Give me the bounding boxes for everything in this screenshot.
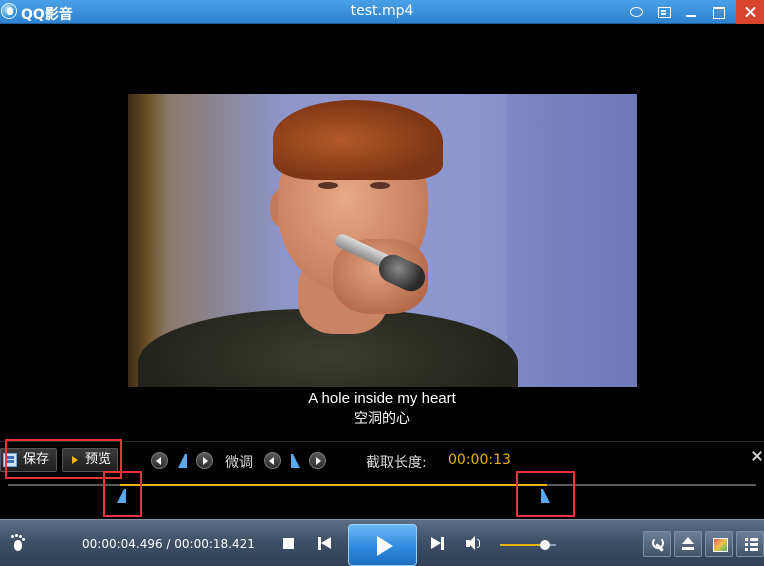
video-singer-hair — [273, 100, 443, 180]
chat-icon[interactable] — [627, 3, 645, 21]
clip-end-marker-icon — [291, 454, 300, 468]
footprint-icon[interactable] — [11, 535, 25, 551]
volume-slider[interactable] — [500, 540, 556, 550]
previous-button[interactable] — [316, 535, 334, 553]
preview-button-label: 预览 — [85, 452, 112, 467]
save-icon — [3, 453, 17, 467]
clip-start-marker-icon — [178, 454, 187, 468]
playlist-icon[interactable] — [736, 531, 764, 557]
save-button[interactable]: 保存 — [0, 448, 57, 472]
minimize-icon[interactable] — [682, 3, 700, 21]
clip-timeline[interactable] — [8, 484, 756, 486]
save-button-label: 保存 — [23, 452, 50, 467]
stop-button[interactable] — [282, 537, 296, 551]
subtitle-english: A hole inside my heart — [308, 390, 456, 407]
clip-toolbar: 保存 预览 微调 截取长度: 00:00:13 — [0, 441, 764, 519]
preview-button[interactable]: 预览 — [62, 448, 118, 472]
video-frame[interactable] — [128, 94, 637, 387]
clip-length-value: 00:00:13 — [448, 452, 511, 468]
start-marker-back-button[interactable] — [151, 452, 168, 469]
window-title: test.mp4 — [350, 3, 414, 19]
start-marker-forward-button[interactable] — [196, 452, 213, 469]
title-bar: QQ影音 test.mp4 — [0, 0, 764, 24]
time-readout: 00:00:04.496 / 00:00:18.421 — [82, 537, 255, 551]
fine-tune-label: 微调 — [225, 455, 253, 471]
screen-icon[interactable] — [705, 531, 733, 557]
volume-knob[interactable] — [539, 540, 550, 550]
clip-selected-range — [120, 484, 547, 486]
volume-icon[interactable] — [466, 536, 486, 552]
clip-start-handle[interactable] — [117, 489, 126, 503]
control-bar: 00:00:04.496 / 00:00:18.421 — [0, 519, 764, 566]
volume-fill — [500, 544, 545, 546]
end-marker-back-button[interactable] — [264, 452, 281, 469]
wrench-icon[interactable] — [643, 531, 671, 557]
subtitle-chinese: 空洞的心 — [354, 411, 410, 427]
video-background — [507, 94, 637, 387]
play-button[interactable] — [348, 524, 417, 566]
video-singer-eye — [318, 182, 338, 189]
end-marker-forward-button[interactable] — [309, 452, 326, 469]
next-button[interactable] — [431, 535, 449, 553]
play-icon — [72, 456, 78, 464]
eject-icon[interactable] — [674, 531, 702, 557]
clip-length-label: 截取长度: — [366, 455, 427, 471]
maximize-icon[interactable] — [709, 3, 727, 21]
clip-close-icon[interactable] — [751, 449, 763, 463]
close-icon[interactable] — [736, 0, 764, 24]
skin-icon[interactable] — [655, 3, 673, 21]
clip-end-handle[interactable] — [541, 489, 550, 503]
video-singer-eye — [370, 182, 390, 189]
